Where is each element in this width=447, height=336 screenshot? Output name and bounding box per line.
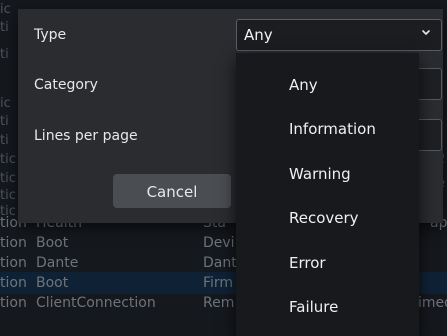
bg-fragment: ti: [0, 47, 9, 62]
table-cell: Devi: [203, 235, 235, 251]
menu-item-recovery[interactable]: Recovery: [236, 196, 419, 240]
bg-fragment: tic: [0, 171, 16, 186]
table-cell: Boot: [36, 235, 69, 251]
type-select-value: Any: [244, 26, 273, 44]
bg-fragment: ti: [0, 114, 9, 129]
category-label: Category: [34, 77, 98, 93]
bg-fragment: tic: [0, 152, 16, 167]
table-cell: tion: [0, 235, 27, 251]
table-cell: tion: [0, 295, 27, 311]
table-cell: imed: [418, 295, 447, 311]
table-cell: Firm: [203, 275, 234, 291]
type-dropdown-menu: Any Information Warning Recovery Error F…: [236, 53, 419, 336]
table-cell: Dante: [36, 255, 79, 271]
menu-item-label: Information: [289, 120, 376, 138]
chevron-down-icon: [421, 26, 431, 40]
menu-item-any[interactable]: Any: [236, 63, 419, 107]
menu-item-label: Warning: [289, 165, 351, 183]
menu-item-label: Recovery: [289, 209, 359, 227]
type-select[interactable]: Any: [236, 19, 442, 51]
bg-fragment: ic: [0, 2, 11, 17]
lines-per-page-label: Lines per page: [34, 128, 138, 144]
bg-fragment: ic: [0, 96, 11, 111]
table-cell: ClientConnection: [36, 295, 156, 311]
cancel-button[interactable]: Cancel: [113, 174, 231, 208]
menu-item-information[interactable]: Information: [236, 107, 419, 151]
table-cell: Boot: [36, 275, 69, 291]
table-cell: Rem: [203, 295, 235, 311]
menu-item-label: Any: [289, 76, 318, 94]
menu-item-label: Failure: [289, 298, 339, 316]
menu-item-error[interactable]: Error: [236, 241, 419, 285]
table-cell: Dant: [203, 255, 237, 271]
bg-fragment: ti: [0, 133, 9, 148]
menu-item-warning[interactable]: Warning: [236, 152, 419, 196]
type-label: Type: [34, 27, 67, 43]
menu-item-label: Error: [289, 254, 326, 272]
bg-fragment: tic: [0, 188, 16, 203]
table-cell: tion: [0, 275, 27, 291]
table-cell: tion: [0, 255, 27, 271]
bg-fragment: ti: [0, 20, 9, 35]
menu-item-failure[interactable]: Failure: [236, 285, 419, 329]
